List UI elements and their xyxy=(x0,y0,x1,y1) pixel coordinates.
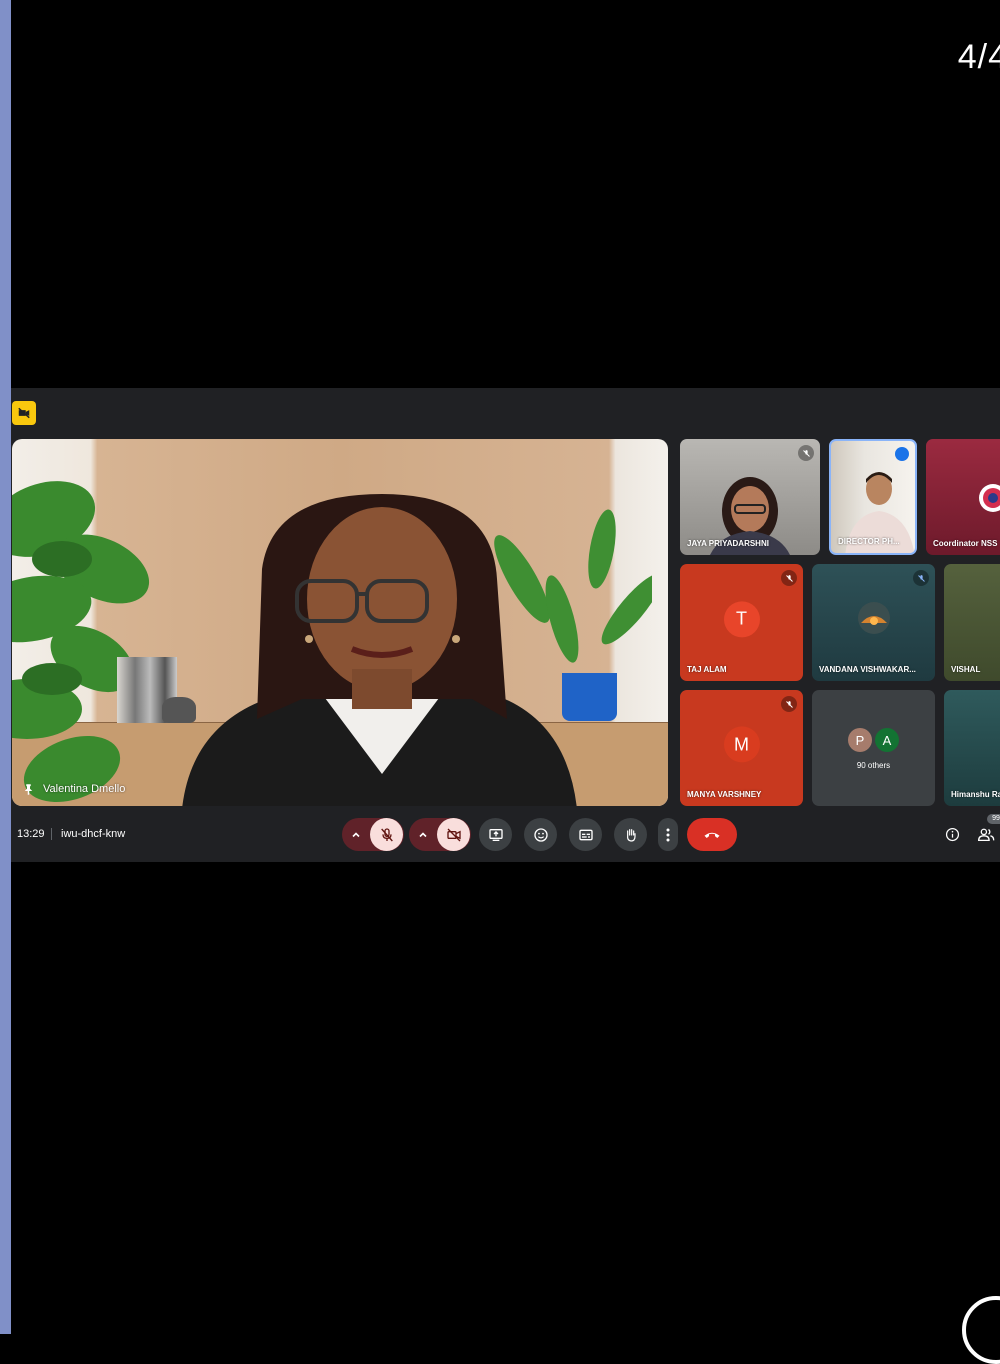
participant-name: Coordinator NSS xyxy=(933,539,998,548)
participant-avatar: T xyxy=(723,600,760,637)
participant-tile[interactable]: T TAJ ALAM xyxy=(680,564,803,681)
mic-options-button[interactable] xyxy=(342,818,369,851)
participant-tile[interactable]: VANDANA VISHWAKAR... xyxy=(812,564,935,681)
main-speaker-tile[interactable]: Valentina Dmello xyxy=(12,439,668,806)
page-counter: 4/4 xyxy=(957,38,1000,76)
more-options-button[interactable] xyxy=(658,818,678,851)
mic-off-indicator xyxy=(781,696,797,712)
more-vert-icon xyxy=(666,828,670,841)
mic-off-icon xyxy=(802,449,810,457)
others-tile[interactable]: P A 90 others xyxy=(812,690,935,806)
camera-off-icon xyxy=(18,407,30,419)
participant-avatar: P xyxy=(848,728,872,752)
info-icon xyxy=(945,827,959,842)
avatar-initial: A xyxy=(882,732,892,748)
captions-button[interactable] xyxy=(569,818,602,851)
participant-tile[interactable]: M MANYA VARSHNEY xyxy=(680,690,803,806)
participant-tile[interactable]: VISHAL xyxy=(944,564,1000,681)
mic-off-indicator xyxy=(798,445,814,461)
speaker-name: Valentina Dmello xyxy=(43,783,126,795)
mic-off-icon xyxy=(917,574,925,582)
participant-tile[interactable]: Himanshu Ra xyxy=(944,690,1000,806)
participant-name: VANDANA VISHWAKAR... xyxy=(819,665,916,674)
participant-avatar xyxy=(858,602,890,634)
mic-off-icon xyxy=(785,700,793,708)
participant-avatar: A xyxy=(875,728,899,752)
call-end-icon xyxy=(704,832,720,838)
speaker-name-label: Valentina Dmello xyxy=(24,783,125,795)
mic-off-icon xyxy=(785,574,793,582)
participant-name: DIRECTOR PH... xyxy=(838,537,900,546)
mic-off-indicator xyxy=(913,570,929,586)
reactions-button[interactable] xyxy=(524,818,557,851)
participant-name: MANYA VARSHNEY xyxy=(687,790,762,799)
participant-tile[interactable]: JAYA PRIYADARSHNI xyxy=(680,439,820,555)
present-button[interactable] xyxy=(479,818,512,851)
speaker-video xyxy=(182,494,577,806)
leave-call-button[interactable] xyxy=(687,818,737,851)
participant-name: JAYA PRIYADARSHNI xyxy=(687,539,769,548)
speaking-indicator xyxy=(895,447,909,461)
mic-toggle-button[interactable] xyxy=(370,818,403,851)
captions-icon xyxy=(578,829,593,840)
plant-left xyxy=(12,481,150,802)
participant-count-badge: 99 xyxy=(987,814,1000,824)
raise-hand-icon xyxy=(626,828,636,842)
participant-tile[interactable]: DIRECTOR PH... xyxy=(829,439,917,555)
present-screen-icon xyxy=(488,828,503,841)
divider xyxy=(51,828,52,840)
participant-name: Himanshu Ra xyxy=(951,790,1000,799)
meeting-code: iwu-dhcf-knw xyxy=(61,828,126,840)
mic-off-indicator xyxy=(781,570,797,586)
side-edge-bar xyxy=(0,0,11,1334)
people-icon xyxy=(977,828,994,842)
logo-avatar xyxy=(979,484,1000,512)
participant-name: TAJ ALAM xyxy=(687,665,727,674)
control-bar: 13:29 iwu-dhcf-knw 99 xyxy=(11,806,1000,862)
emoji-icon xyxy=(533,827,548,842)
avatar-initial: T xyxy=(736,608,747,629)
avatar-initial: M xyxy=(734,733,749,754)
meet-window: Valentina Dmello JAYA PRIYADARSHNI DIREC… xyxy=(11,388,1000,862)
meeting-info-button[interactable] xyxy=(941,818,963,851)
meeting-time: 13:29 xyxy=(17,828,45,840)
camera-off-icon xyxy=(446,828,461,841)
recording-indicator[interactable] xyxy=(12,401,36,425)
chevron-up-icon xyxy=(351,831,360,837)
participant-tile[interactable]: Coordinator NSS xyxy=(926,439,1000,555)
raise-hand-button[interactable] xyxy=(614,818,647,851)
camera-options-button[interactable] xyxy=(409,818,436,851)
participant-avatar: M xyxy=(723,726,760,763)
pin-icon xyxy=(24,783,33,795)
others-count: 90 others xyxy=(856,761,891,770)
corner-handle xyxy=(962,1296,1000,1364)
participant-name: VISHAL xyxy=(951,665,981,674)
chevron-up-icon xyxy=(418,831,427,837)
avatar-initial: P xyxy=(855,732,865,748)
mic-off-icon xyxy=(380,827,393,841)
camera-toggle-button[interactable] xyxy=(437,818,470,851)
